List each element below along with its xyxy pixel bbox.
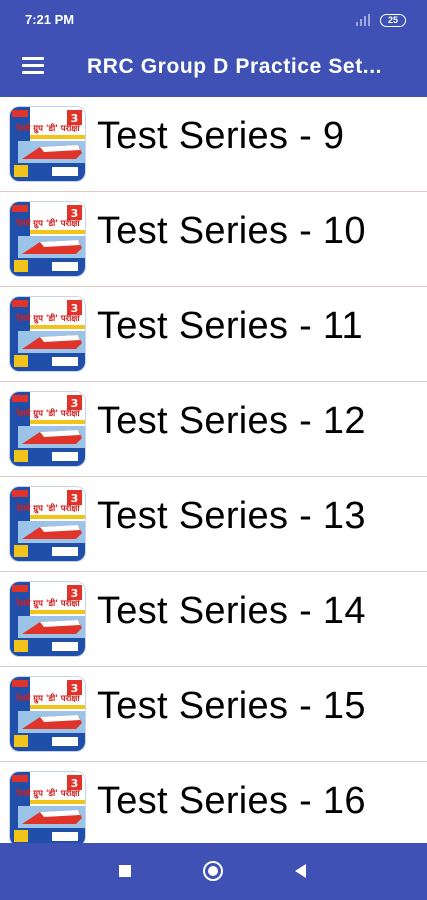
thumbnail-caption: रेलवे ग्रुप 'डी' परीक्षा: [15, 503, 80, 514]
navigation-bar: [0, 843, 427, 900]
thumbnail-caption: रेलवे ग्रुप 'डी' परीक्षा: [15, 218, 80, 229]
test-series-title: Test Series - 16: [97, 780, 366, 822]
app-bar: RRC Group D Practice Set...: [0, 40, 427, 97]
test-series-title: Test Series - 12: [97, 400, 366, 442]
list-item[interactable]: 3 रेलवे ग्रुप 'डी' परीक्षा Test Series -…: [0, 97, 427, 192]
test-series-title: Test Series - 11: [97, 305, 363, 347]
test-series-list[interactable]: 3 रेलवे ग्रुप 'डी' परीक्षा Test Series -…: [0, 97, 427, 843]
thumbnail-caption: रेलवे ग्रुप 'डी' परीक्षा: [15, 693, 80, 704]
signal-icon: [356, 14, 370, 26]
list-item[interactable]: 3 रेलवे ग्रुप 'डी' परीक्षा Test Series -…: [0, 667, 427, 762]
test-series-thumbnail: 3 रेलवे ग्रुप 'डी' परीक्षा: [10, 582, 85, 656]
battery-level: 25: [387, 15, 398, 25]
list-item[interactable]: 3 रेलवे ग्रुप 'डी' परीक्षा Test Series -…: [0, 382, 427, 477]
list-item[interactable]: 3 रेलवे ग्रुप 'डी' परीक्षा Test Series -…: [0, 192, 427, 287]
list-item[interactable]: 3 रेलवे ग्रुप 'डी' परीक्षा Test Series -…: [0, 762, 427, 843]
test-series-thumbnail: 3 रेलवे ग्रुप 'डी' परीक्षा: [10, 297, 85, 371]
list-item[interactable]: 3 रेलवे ग्रुप 'डी' परीक्षा Test Series -…: [0, 287, 427, 382]
thumbnail-caption: रेलवे ग्रुप 'डी' परीक्षा: [15, 408, 80, 419]
status-bar: 7:21 PM 25: [0, 0, 427, 40]
triangle-back-icon[interactable]: [289, 859, 313, 883]
thumbnail-caption: रेलवे ग्रुप 'डी' परीक्षा: [15, 598, 80, 609]
list-item[interactable]: 3 रेलवे ग्रुप 'डी' परीक्षा Test Series -…: [0, 572, 427, 667]
square-recents-icon[interactable]: [113, 859, 137, 883]
test-series-title: Test Series - 9: [97, 115, 345, 157]
test-series-title: Test Series - 14: [97, 590, 366, 632]
list-item[interactable]: 3 रेलवे ग्रुप 'डी' परीक्षा Test Series -…: [0, 477, 427, 572]
test-series-thumbnail: 3 रेलवे ग्रुप 'डी' परीक्षा: [10, 202, 85, 276]
circle-home-icon[interactable]: [201, 859, 225, 883]
test-series-title: Test Series - 15: [97, 685, 366, 727]
battery-icon: 25: [380, 14, 406, 27]
test-series-title: Test Series - 10: [97, 210, 366, 252]
test-series-thumbnail: 3 रेलवे ग्रुप 'डी' परीक्षा: [10, 677, 85, 751]
thumbnail-caption: रेलवे ग्रुप 'डी' परीक्षा: [15, 313, 80, 324]
hamburger-menu-icon[interactable]: [22, 57, 44, 75]
test-series-thumbnail: 3 रेलवे ग्रुप 'डी' परीक्षा: [10, 487, 85, 561]
thumbnail-caption: रेलवे ग्रुप 'डी' परीक्षा: [15, 788, 80, 799]
status-time: 7:21 PM: [25, 12, 75, 27]
test-series-thumbnail: 3 रेलवे ग्रुप 'डी' परीक्षा: [10, 107, 85, 181]
test-series-thumbnail: 3 रेलवे ग्रुप 'डी' परीक्षा: [10, 392, 85, 466]
thumbnail-caption: रेलवे ग्रुप 'डी' परीक्षा: [15, 123, 80, 134]
test-series-thumbnail: 3 रेलवे ग्रुप 'डी' परीक्षा: [10, 772, 85, 843]
app-title: RRC Group D Practice Set...: [87, 55, 383, 78]
test-series-title: Test Series - 13: [97, 495, 366, 537]
